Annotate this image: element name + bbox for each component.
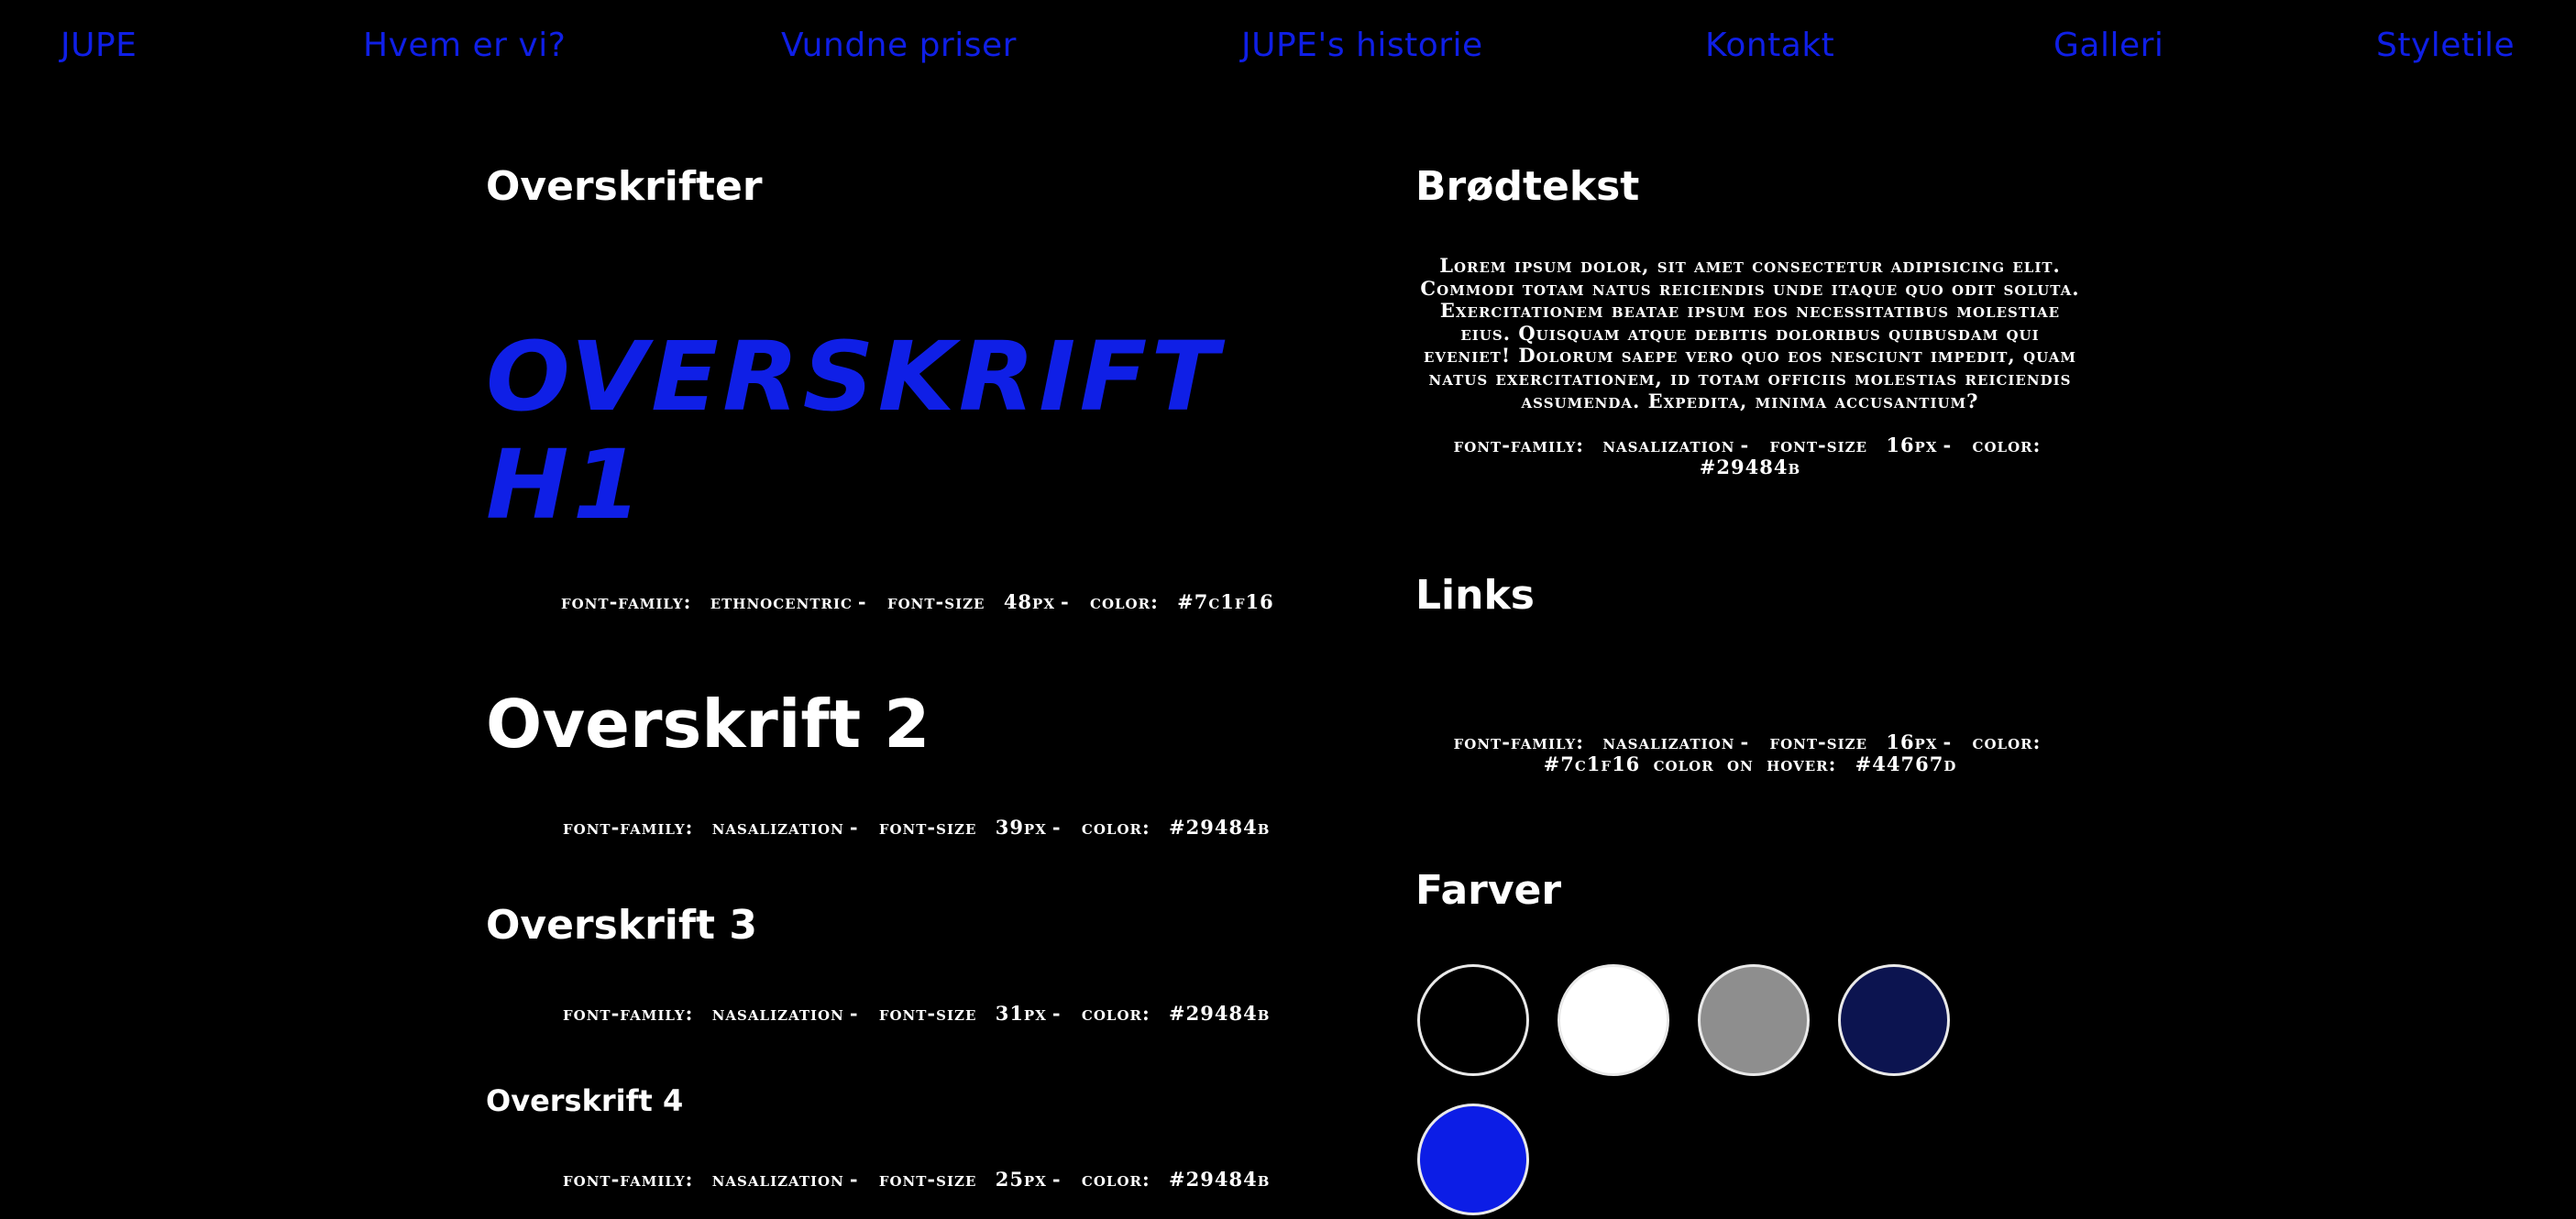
color-swatch-navy bbox=[1838, 964, 1950, 1076]
section-title-brodtekst: Brødtekst bbox=[1415, 163, 1640, 210]
heading-h1-line1: OVERSKRIFT bbox=[486, 321, 1223, 433]
body-specs: FONT-FAMILY: NASALIZATION - FONT-SIZE 16P… bbox=[1453, 434, 2042, 478]
heading-h4-sample: Overskrift 4 bbox=[486, 1083, 684, 1118]
heading-h1-line2: H1 bbox=[486, 429, 646, 541]
color-swatch-gray bbox=[1698, 964, 1810, 1076]
heading-h1-sample: OVERSKRIFT H1 bbox=[486, 323, 1222, 539]
nav-link-vundne-priser[interactable]: Vundne priser bbox=[781, 24, 1017, 68]
nav-link-jupes-historie[interactable]: JUPE's historie bbox=[1241, 24, 1483, 68]
body-text-sample: Lorem ipsum dolor, sit amet consectetur … bbox=[1420, 254, 2080, 412]
color-swatch-blue bbox=[1417, 1104, 1529, 1215]
section-title-farver: Farver bbox=[1415, 867, 1562, 914]
h2-specs: FONT-FAMILY: NASALIZATION - FONT-SIZE 39P… bbox=[563, 816, 1271, 839]
links-specs: FONT-FAMILY: NASALIZATION - FONT-SIZE 16P… bbox=[1453, 730, 2042, 775]
h3-specs: FONT-FAMILY: NASALIZATION - FONT-SIZE 31P… bbox=[563, 1002, 1271, 1025]
nav-link-kontakt[interactable]: Kontakt bbox=[1705, 24, 1834, 68]
heading-h2-sample: Overskrift 2 bbox=[486, 686, 930, 763]
heading-h3-sample: Overskrift 3 bbox=[486, 902, 757, 949]
nav-link-galleri[interactable]: Galleri bbox=[2053, 24, 2163, 68]
section-title-links: Links bbox=[1415, 572, 1535, 619]
color-swatch-black bbox=[1417, 964, 1529, 1076]
section-title-overskrifter: Overskrifter bbox=[486, 163, 763, 210]
nav-link-jupe[interactable]: JUPE bbox=[61, 24, 137, 68]
h1-specs: FONT-FAMILY: ETHNOCENTRIC - FONT-SIZE 48P… bbox=[561, 590, 1274, 613]
color-swatch-white bbox=[1558, 964, 1669, 1076]
nav-link-styletile[interactable]: Styletile bbox=[2376, 24, 2515, 68]
nav-link-hvem-er-vi[interactable]: Hvem er vi? bbox=[363, 24, 566, 68]
top-navigation: JUPE Hvem er vi? Vundne priser JUPE's hi… bbox=[0, 0, 2576, 95]
h4-specs: FONT-FAMILY: NASALIZATION - FONT-SIZE 25P… bbox=[563, 1168, 1271, 1191]
